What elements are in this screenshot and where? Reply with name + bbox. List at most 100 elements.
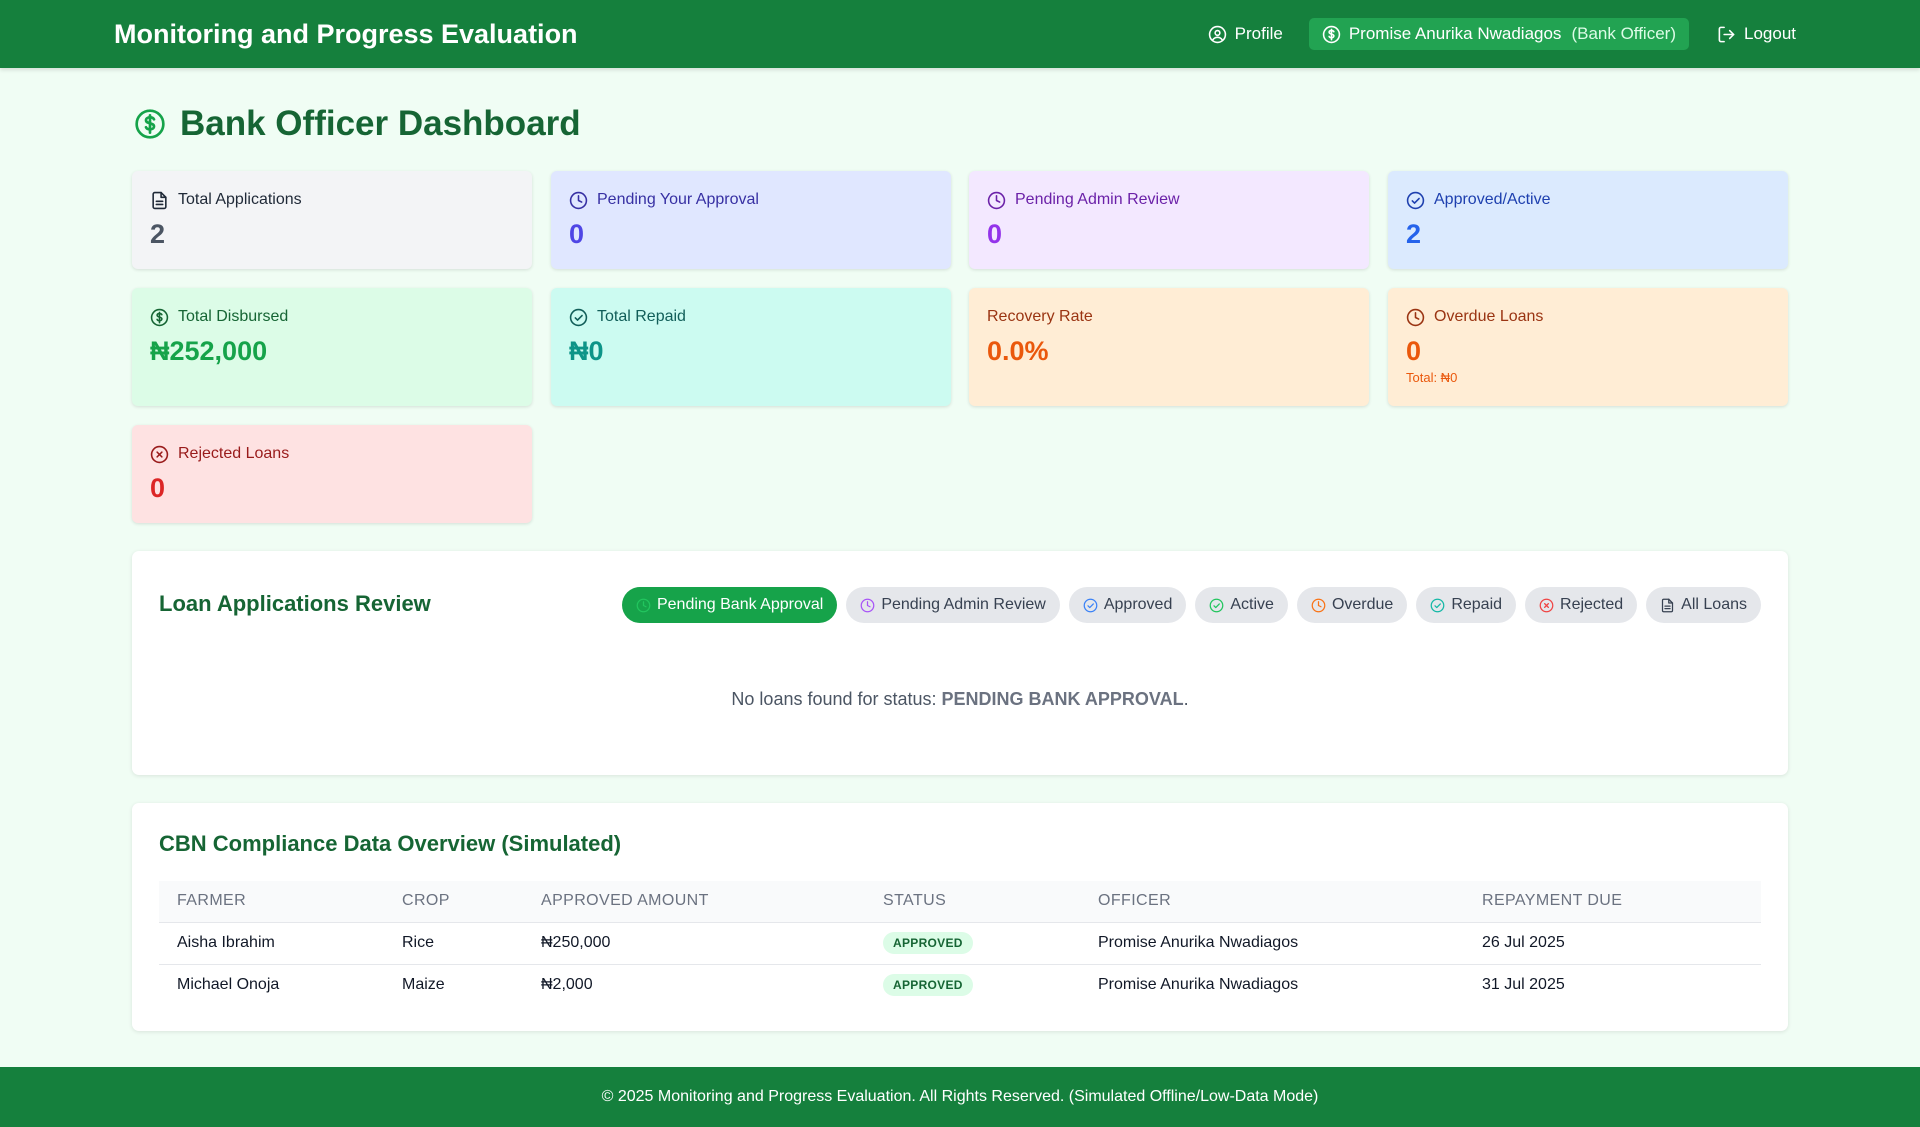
stat-subtext: Total: ₦0 xyxy=(1406,370,1458,385)
stat-label: Overdue Loans xyxy=(1434,308,1544,325)
status-filter-tabs: Pending Bank Approval Pending Admin Revi… xyxy=(621,587,1761,623)
footer-text: © 2025 Monitoring and Progress Evaluatio… xyxy=(601,1088,1319,1105)
loan-review-title: Loan Applications Review xyxy=(159,591,431,616)
top-navbar: Monitoring and Progress Evaluation Profi… xyxy=(0,0,1920,68)
status-cell: APPROVED xyxy=(865,964,1080,1006)
column-header: REPAYMENT DUE xyxy=(1464,881,1761,923)
filter-active[interactable]: Active xyxy=(1195,587,1288,623)
stat-card-total-applications: Total Applications 2 xyxy=(132,171,532,269)
logout-button[interactable]: Logout xyxy=(1707,18,1806,50)
filter-label: Pending Bank Approval xyxy=(656,596,824,613)
stat-value: ₦252,000 xyxy=(150,336,268,366)
stat-card-rejected-loans: Rejected Loans 0 xyxy=(132,425,532,523)
loan-review-panel: Loan Applications Review Pending Bank Ap… xyxy=(132,551,1788,775)
clock-icon xyxy=(569,191,588,209)
stat-value: 0 xyxy=(150,473,166,503)
stat-value: 0 xyxy=(569,219,585,249)
filter-pending-bank-approval[interactable]: Pending Bank Approval xyxy=(621,587,838,623)
filter-label: All Loans xyxy=(1681,596,1747,613)
stat-value: 0 xyxy=(987,219,1003,249)
clock-icon xyxy=(636,598,651,612)
filter-approved[interactable]: Approved xyxy=(1068,587,1187,623)
filter-all-loans[interactable]: All Loans xyxy=(1646,587,1761,623)
dollar-circle-icon xyxy=(135,109,165,139)
stat-label: Total Applications xyxy=(178,191,302,208)
stat-card-total-repaid: Total Repaid ₦0 xyxy=(551,288,951,406)
crop-cell: Rice xyxy=(384,922,523,965)
stat-value: 2 xyxy=(1406,219,1422,249)
profile-link[interactable]: Profile xyxy=(1198,18,1293,50)
filter-overdue[interactable]: Overdue xyxy=(1296,587,1408,623)
column-header: FARMER xyxy=(159,881,384,923)
clock-icon xyxy=(860,598,875,612)
compliance-panel: CBN Compliance Data Overview (Simulated)… xyxy=(132,803,1788,1031)
stat-card-recovery-rate: Recovery Rate 0.0% xyxy=(969,288,1369,406)
column-header: APPROVED AMOUNT xyxy=(523,881,865,923)
stat-label: Pending Your Approval xyxy=(597,191,759,208)
compliance-title: CBN Compliance Data Overview (Simulated) xyxy=(159,831,622,856)
check-circle-icon xyxy=(569,308,588,326)
filter-label: Repaid xyxy=(1451,596,1503,613)
status-cell: APPROVED xyxy=(865,922,1080,965)
officer-cell: Promise Anurika Nwadiagos xyxy=(1080,922,1464,965)
table-header-row: FARMER CROP APPROVED AMOUNT STATUS OFFIC… xyxy=(159,881,1761,923)
check-circle-icon xyxy=(1406,191,1425,209)
stat-card-pending-admin-review: Pending Admin Review 0 xyxy=(969,171,1369,269)
column-header: OFFICER xyxy=(1080,881,1464,923)
amount-cell: ₦250,000 xyxy=(523,922,865,965)
stat-value: ₦0 xyxy=(569,336,604,366)
stat-label: Rejected Loans xyxy=(178,445,290,462)
stat-card-pending-your-approval: Pending Your Approval 0 xyxy=(551,171,951,269)
table-row: Michael Onoja Maize ₦2,000 APPROVED Prom… xyxy=(159,964,1761,1006)
check-circle-icon xyxy=(1209,598,1224,612)
stat-value: 2 xyxy=(150,219,166,249)
x-circle-icon xyxy=(150,445,169,463)
page-heading: Bank Officer Dashboard xyxy=(134,103,581,145)
empty-state-message: No loans found for status: PENDING BANK … xyxy=(132,689,1788,710)
stat-card-total-disbursed: Total Disbursed ₦252,000 xyxy=(132,288,532,406)
column-header: STATUS xyxy=(865,881,1080,923)
empty-suffix: . xyxy=(1183,689,1189,709)
document-icon xyxy=(1662,598,1674,612)
nav-menu: Profile Promise Anurika Nwadiagos (Bank … xyxy=(1198,18,1806,50)
crop-cell: Maize xyxy=(402,976,445,994)
user-role: (Bank Officer) xyxy=(1571,24,1676,43)
farmer-cell: Aisha Ibrahim xyxy=(159,922,384,965)
filter-pending-admin-review[interactable]: Pending Admin Review xyxy=(846,587,1060,623)
filter-label: Active xyxy=(1230,596,1274,613)
user-name: Promise Anurika Nwadiagos xyxy=(1348,24,1562,43)
filter-label: Overdue xyxy=(1331,596,1394,613)
clock-icon xyxy=(987,191,1006,209)
status-badge: APPROVED xyxy=(883,974,973,997)
repayment-due-cell: 26 Jul 2025 xyxy=(1464,922,1761,965)
filter-label: Pending Admin Review xyxy=(881,596,1046,613)
document-icon xyxy=(152,191,167,209)
stat-label: Recovery Rate xyxy=(987,308,1093,325)
status-badge: APPROVED xyxy=(883,932,973,954)
profile-label: Profile xyxy=(1234,24,1283,43)
logout-label: Logout xyxy=(1744,24,1796,43)
dollar-circle-icon xyxy=(150,308,169,326)
table-row: Aisha Ibrahim Rice ₦250,000 APPROVED Pro… xyxy=(159,922,1761,965)
app-title[interactable]: Monitoring and Progress Evaluation xyxy=(114,17,578,51)
repayment-due-cell: 31 Jul 2025 xyxy=(1482,976,1565,994)
page-title: Bank Officer Dashboard xyxy=(180,104,581,143)
stat-label: Pending Admin Review xyxy=(1015,191,1180,208)
logout-icon xyxy=(1718,26,1735,42)
empty-prefix: No loans found for status: xyxy=(731,689,942,709)
stat-label: Total Repaid xyxy=(597,308,686,325)
clock-icon xyxy=(1406,308,1425,326)
column-header: CROP xyxy=(384,881,523,923)
stat-value: 0 xyxy=(1406,336,1422,366)
compliance-table: FARMER CROP APPROVED AMOUNT STATUS OFFIC… xyxy=(159,881,1761,1006)
filter-repaid[interactable]: Repaid xyxy=(1416,587,1517,623)
clock-icon xyxy=(1311,598,1326,612)
check-circle-icon xyxy=(1083,598,1098,612)
dollar-circle-icon xyxy=(1322,25,1341,43)
officer-cell: Promise Anurika Nwadiagos xyxy=(1098,976,1299,994)
stat-card-overdue-loans: Overdue Loans 0 Total: ₦0 xyxy=(1388,288,1788,406)
filter-rejected[interactable]: Rejected xyxy=(1525,587,1638,623)
stat-label: Approved/Active xyxy=(1434,191,1551,208)
amount-cell: ₦2,000 xyxy=(541,976,593,994)
user-chip: Promise Anurika Nwadiagos (Bank Officer) xyxy=(1308,18,1689,50)
